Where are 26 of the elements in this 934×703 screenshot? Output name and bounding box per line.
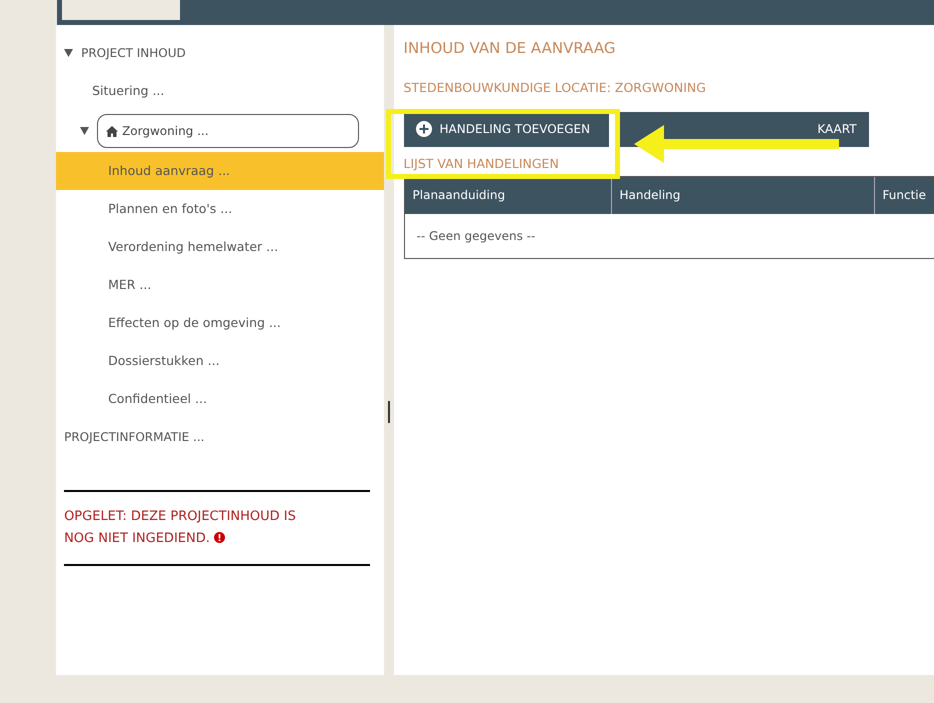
location-node[interactable]: Zorgwoning ... (97, 114, 360, 148)
tree-item[interactable]: Verordening hemelwater ... (56, 228, 384, 266)
resize-handle[interactable] (388, 401, 390, 423)
section-subtitle: STEDENBOUWKUNDIGE LOCATIE: ZORGWONING (404, 79, 707, 97)
plus-circle-icon (416, 121, 432, 138)
column-header[interactable]: Functie (874, 176, 934, 214)
caret-icon[interactable] (64, 49, 74, 57)
warning-text: OPGELET: DEZE PROJECTINHOUD IS NOG NIET INGEDIEND. (64, 508, 297, 548)
home-icon (106, 126, 118, 136)
caret-icon[interactable] (80, 127, 90, 135)
tree-item[interactable]: Effecten op de omgeving ... (56, 304, 384, 342)
tree-item[interactable]: MER ... (56, 266, 384, 304)
list-title: LIJST VAN HANDELINGEN (404, 154, 560, 173)
add-action-button[interactable]: HANDELING TOEVOEGEN (404, 112, 609, 147)
page-title: INHOUD VAN DE AANVRAAG (404, 38, 616, 59)
column-header[interactable]: Handeling (612, 176, 875, 214)
tree-item[interactable]: Situering ... (56, 72, 384, 110)
tree-item[interactable]: Plannen en foto's ... (56, 190, 384, 228)
column-header[interactable]: Planaanduiding (404, 176, 612, 214)
empty-table-message: -- Geen gegevens -- (416, 228, 536, 244)
tree-item[interactable]: Dossierstukken ... (56, 342, 384, 380)
alert-icon (214, 532, 225, 543)
tree-section[interactable]: PROJECTINFORMATIE ... (64, 428, 204, 446)
tree-item[interactable]: Inhoud aanvraag ... (56, 152, 384, 190)
tree-section[interactable]: PROJECT INHOUD (81, 44, 186, 62)
tree-item[interactable]: Confidentieel ... (56, 380, 384, 418)
